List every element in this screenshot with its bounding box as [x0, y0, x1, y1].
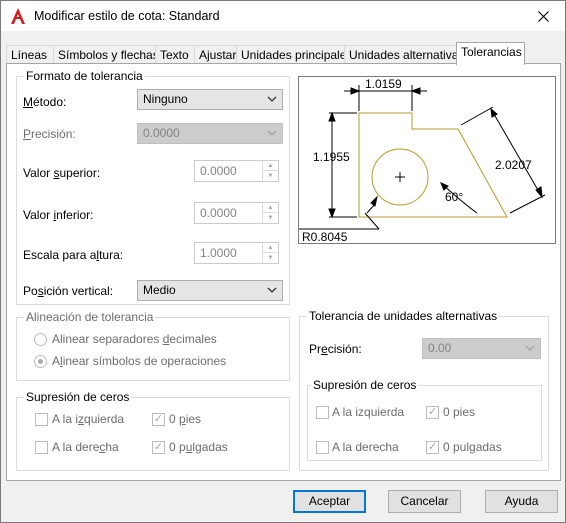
inches-zero-checkbox[interactable]: ✓	[152, 441, 165, 454]
method-label: Método:	[23, 95, 67, 109]
cancel-button[interactable]: Cancelar	[388, 490, 461, 513]
chevron-down-icon	[267, 130, 277, 136]
upper-value-label: Valor superior:	[23, 166, 101, 180]
alt-leading-zero-checkbox[interactable]	[316, 406, 329, 419]
lower-value-label: Valor inferior:	[23, 208, 94, 222]
align-decimal-label: Alinear separadores decimales	[52, 332, 217, 346]
spin-up-icon[interactable]: ▲	[263, 161, 278, 171]
dim-radius-text: R0.8045	[302, 230, 348, 243]
preview-drawing: 1.0159 1.1955 2.0207 60° R0.8045	[299, 77, 546, 244]
precision-label: Precisión:	[23, 127, 76, 141]
group-tolerance-format: Formato de tolerancia	[16, 69, 290, 305]
feet-zero-label: 0 pies	[169, 412, 202, 426]
ok-button[interactable]: Aceptar	[293, 490, 366, 513]
dim-right-text: 2.0207	[495, 158, 532, 172]
spin-down-icon[interactable]: ▼	[263, 171, 278, 181]
tab-simbolos-flechas[interactable]: Símbolos y flechas	[53, 45, 159, 64]
close-button[interactable]	[521, 1, 565, 31]
height-scale-spinner[interactable]: 1.0000 ▲ ▼	[194, 242, 279, 264]
tab-tolerancias[interactable]: Tolerancias	[456, 42, 525, 65]
trailing-zero-checkbox[interactable]	[35, 441, 48, 454]
feet-zero-checkbox[interactable]: ✓	[152, 413, 165, 426]
title-bar: Modificar estilo de cota: Standard	[1, 1, 565, 31]
spin-down-icon[interactable]: ▼	[263, 253, 278, 263]
align-decimal-radio[interactable]	[34, 333, 47, 346]
tab-ajustar[interactable]: Ajustar	[194, 45, 237, 64]
alt-inches-zero-checkbox[interactable]: ✓	[426, 441, 439, 454]
chevron-down-icon	[267, 96, 277, 102]
precision-select[interactable]: 0.0000	[137, 123, 283, 144]
inches-zero-label: 0 pulgadas	[169, 440, 228, 454]
close-icon	[537, 10, 549, 22]
spin-down-icon[interactable]: ▼	[263, 213, 278, 223]
upper-value-spinner[interactable]: 0.0000 ▲ ▼	[194, 160, 279, 182]
group-zero-suppression: Supresión de ceros	[16, 390, 290, 471]
group-title: Alineación de tolerancia	[24, 310, 156, 324]
alt-precision-label: Precisión:	[309, 342, 362, 356]
tab-lineas[interactable]: Líneas	[6, 45, 54, 64]
alt-trailing-zero-label: A la derecha	[332, 440, 399, 454]
dim-angle-text: 60°	[445, 190, 463, 204]
leading-zero-checkbox[interactable]	[35, 413, 48, 426]
help-button[interactable]: Ayuda	[485, 490, 558, 513]
spin-up-icon[interactable]: ▲	[263, 243, 278, 253]
lower-value-spinner[interactable]: 0.0000 ▲ ▼	[194, 202, 279, 224]
vertical-position-label: Posición vertical:	[23, 284, 114, 298]
trailing-zero-label: A la derecha	[52, 440, 119, 454]
dimension-preview: 1.0159 1.1955 2.0207 60° R0.8045	[298, 76, 556, 244]
dialog-window: Modificar estilo de cota: Standard Línea…	[0, 0, 566, 523]
chevron-down-icon	[267, 287, 277, 293]
alt-feet-zero-checkbox[interactable]: ✓	[426, 406, 439, 419]
dim-top-text: 1.0159	[365, 77, 402, 91]
alt-leading-zero-label: A la izquierda	[332, 405, 405, 419]
dim-left-text: 1.1955	[313, 150, 350, 164]
alt-feet-zero-label: 0 pies	[443, 405, 476, 419]
height-scale-label: Escala para altura:	[23, 248, 124, 262]
method-select[interactable]: Ninguno	[137, 89, 283, 110]
vertical-position-select[interactable]: Medio	[137, 280, 283, 301]
alt-inches-zero-label: 0 pulgadas	[443, 440, 502, 454]
tab-unidades-principales[interactable]: Unidades principales	[236, 45, 352, 64]
align-operator-radio[interactable]	[34, 355, 47, 368]
tab-unidades-alternativas[interactable]: Unidades alternativas	[344, 45, 464, 64]
autocad-logo-icon	[11, 8, 25, 24]
group-title: Supresión de ceros	[24, 390, 132, 404]
group-title: Formato de tolerancia	[24, 69, 145, 83]
alt-precision-select[interactable]: 0.00	[422, 338, 541, 359]
spin-up-icon[interactable]: ▲	[263, 203, 278, 213]
alt-trailing-zero-checkbox[interactable]	[316, 441, 329, 454]
leading-zero-label: A la izquierda	[52, 412, 125, 426]
chevron-down-icon	[525, 345, 535, 351]
group-title: Supresión de ceros	[311, 378, 419, 392]
align-operator-label: Alinear símbolos de operaciones	[52, 354, 227, 368]
group-tolerance-alignment: Alineación de tolerancia	[16, 310, 290, 381]
tab-panel-tolerancias: Formato de tolerancia Método: Ninguno Pr…	[6, 63, 561, 481]
window-title: Modificar estilo de cota: Standard	[34, 9, 220, 23]
group-title: Tolerancia de unidades alternativas	[307, 309, 500, 323]
tab-texto[interactable]: Texto	[155, 45, 195, 64]
